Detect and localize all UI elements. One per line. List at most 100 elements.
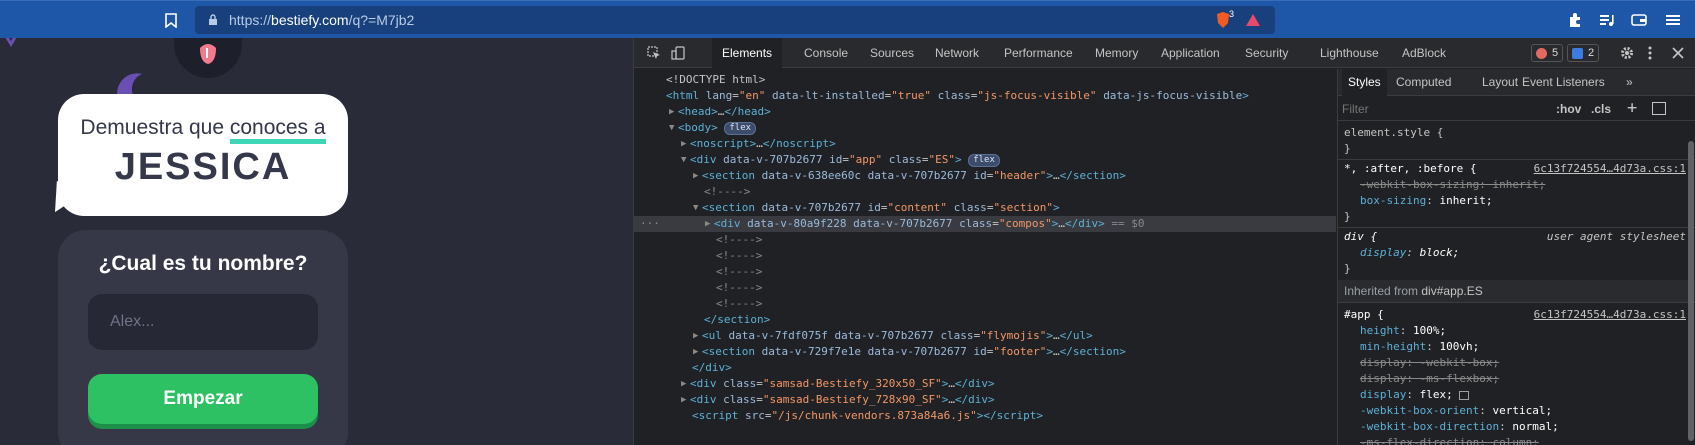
stylesheet-link[interactable]: 6c13f724554…4d73a.css:1: [1534, 161, 1686, 177]
mascot-avatar: [174, 38, 242, 78]
start-button[interactable]: Empezar: [88, 374, 318, 424]
browser-menu-icon[interactable]: [1664, 11, 1682, 29]
expand-arrow-icon[interactable]: ▶: [693, 168, 698, 184]
css-declaration[interactable]: -ms-flex-direction: column;: [1344, 435, 1539, 445]
dom-node-header[interactable]: ▶ <section data-v-638ee60c data-v-707b267…: [634, 168, 1336, 184]
styles-filter-input[interactable]: [1342, 99, 1532, 119]
media-controls-icon[interactable]: [1598, 11, 1616, 29]
lock-icon: [207, 13, 219, 27]
dom-node-samsad-320[interactable]: ▶ <div class="samsad-Bestiefy_320x50_SF">…: [634, 376, 1336, 392]
inspect-element-icon[interactable]: [646, 45, 662, 61]
tab-layout[interactable]: Layout: [1482, 69, 1518, 96]
device-toolbar-icon[interactable]: [670, 45, 686, 61]
dom-node-content[interactable]: ▼ <section data-v-707b2677 id="content" c…: [634, 200, 1336, 216]
url-text: https://bestiefy.com/q?=M7jb2: [229, 12, 415, 28]
tab-elements[interactable]: Elements: [712, 38, 783, 68]
tab-sources[interactable]: Sources: [870, 38, 914, 68]
inherited-from-header: Inherited from div#app.ES: [1338, 280, 1695, 302]
universal-rule-selector[interactable]: *, :after, :before {: [1344, 161, 1476, 177]
tab-security[interactable]: Security: [1245, 38, 1288, 68]
tab-console[interactable]: Console: [804, 38, 848, 68]
dom-node-body[interactable]: ▼ <body> flex: [634, 120, 1336, 136]
tab-performance[interactable]: Performance: [1004, 38, 1073, 68]
app-rule-selector[interactable]: #app {: [1344, 307, 1384, 323]
elements-tree: <!DOCTYPE html> <html lang="en" data-lt-…: [634, 69, 1336, 445]
tab-adblock[interactable]: AdBlock: [1402, 38, 1446, 68]
css-declaration[interactable]: display: block;: [1344, 245, 1459, 261]
dom-node-compos-selected[interactable]: ··· ▶ <div data-v-80a9f228 data-v-707b2677…: [634, 216, 1336, 232]
dom-node-comment[interactable]: <!---->: [634, 280, 1336, 296]
dom-node-samsad-728[interactable]: ▶ <div class="samsad-Bestiefy_728x90_SF">…: [634, 392, 1336, 408]
tab-styles[interactable]: Styles: [1342, 69, 1387, 96]
browser-toolbar: https://bestiefy.com/q?=M7jb2 3: [0, 0, 1695, 38]
flexbox-editor-icon[interactable]: [1459, 390, 1470, 400]
bookmark-icon[interactable]: [162, 11, 180, 29]
flex-badge[interactable]: flex: [724, 121, 757, 135]
css-declaration[interactable]: display: flex;: [1344, 387, 1470, 403]
hover-state-toggle[interactable]: :hov: [1556, 102, 1581, 116]
css-declaration[interactable]: -webkit-box-orient: vertical;: [1344, 403, 1552, 419]
dom-node-comment[interactable]: <!---->: [634, 184, 1336, 200]
expand-arrow-icon[interactable]: ▶: [693, 344, 698, 360]
tab-lighthouse[interactable]: Lighthouse: [1320, 38, 1379, 68]
dom-node-comment[interactable]: <!---->: [634, 296, 1336, 312]
brave-shields-count: 3: [1229, 9, 1235, 19]
dom-node-footer[interactable]: ▶ <section data-v-729f7e1e data-v-707b267…: [634, 344, 1336, 360]
dom-node-app[interactable]: ▼ <div data-v-707b2677 id="app" class="ES…: [634, 152, 1336, 168]
element-style-rule[interactable]: element.style {: [1344, 125, 1443, 141]
expand-arrow-icon[interactable]: ▶: [693, 328, 698, 344]
css-declaration[interactable]: -webkit-box-sizing: inherit;: [1344, 177, 1545, 193]
dom-node-doctype[interactable]: <!DOCTYPE html>: [634, 72, 1336, 88]
dom-node-comment[interactable]: <!---->: [634, 248, 1336, 264]
more-options-icon[interactable]: [1645, 45, 1655, 61]
stylesheet-link[interactable]: 6c13f724554…4d73a.css:1: [1534, 307, 1686, 323]
dom-node-head[interactable]: ▶ <head>…</head>: [634, 104, 1336, 120]
errors-badge[interactable]: 5: [1531, 44, 1564, 62]
expand-arrow-icon[interactable]: ▶: [681, 376, 686, 392]
inherited-node-link[interactable]: div#app.ES: [1421, 284, 1482, 298]
tab-network[interactable]: Network: [935, 38, 979, 68]
css-declaration[interactable]: display: -webkit-box;: [1344, 355, 1499, 371]
brave-rewards-icon[interactable]: [1243, 11, 1263, 29]
collapse-arrow-icon[interactable]: ▼: [681, 152, 686, 168]
expand-arrow-icon[interactable]: ▶: [681, 392, 686, 408]
collapse-arrow-icon[interactable]: ▼: [669, 120, 674, 136]
div-rule-selector[interactable]: div {: [1344, 229, 1377, 245]
class-toggle[interactable]: .cls: [1591, 102, 1611, 116]
css-declaration[interactable]: min-height: 100vh;: [1344, 339, 1479, 355]
tab-computed[interactable]: Computed: [1396, 69, 1451, 96]
dom-node-html[interactable]: <html lang="en" data-lt-installed="true"…: [634, 88, 1336, 104]
more-tabs-icon[interactable]: »: [1626, 69, 1633, 96]
messages-badge[interactable]: 2: [1567, 44, 1600, 62]
tab-memory[interactable]: Memory: [1095, 38, 1138, 68]
expand-arrow-icon[interactable]: ▶: [681, 136, 686, 152]
dom-node-flymojis[interactable]: ▶ <ul data-v-7fdf075f data-v-707b2677 cla…: [634, 328, 1336, 344]
expand-arrow-icon[interactable]: ▶: [669, 104, 674, 120]
dom-node-noscript[interactable]: ▶ <noscript>…</noscript>: [634, 136, 1336, 152]
dom-node-comment[interactable]: <!---->: [634, 232, 1336, 248]
dom-node-comment[interactable]: <!---->: [634, 264, 1336, 280]
settings-gear-icon[interactable]: [1619, 45, 1635, 61]
new-style-rule-icon[interactable]: +: [1627, 98, 1637, 118]
css-declaration[interactable]: box-sizing: inherit;: [1344, 193, 1492, 209]
dom-node-div-close[interactable]: </div>: [634, 360, 1336, 376]
toggle-sidebar-icon[interactable]: [1652, 102, 1666, 115]
expand-arrow-icon[interactable]: ▶: [705, 216, 710, 232]
extensions-icon[interactable]: [1566, 11, 1584, 29]
css-declaration[interactable]: height: 100%;: [1344, 323, 1446, 339]
tab-application[interactable]: Application: [1161, 38, 1220, 68]
dom-node-section-close[interactable]: </section>: [634, 312, 1336, 328]
tab-event-listeners[interactable]: Event Listeners: [1522, 69, 1605, 96]
styles-scrollbar[interactable]: [1688, 141, 1694, 441]
css-declaration[interactable]: display: -ms-flexbox;: [1344, 371, 1499, 387]
collapse-arrow-icon[interactable]: ▼: [693, 200, 698, 216]
decorative-squiggle-icon: [5, 38, 17, 47]
flex-badge[interactable]: flex: [968, 153, 1000, 167]
dom-node-script[interactable]: <script src="/js/chunk-vendors.873a84a6.…: [634, 408, 1336, 424]
css-declaration[interactable]: -webkit-box-direction: normal;: [1344, 419, 1559, 435]
wallet-icon[interactable]: [1630, 11, 1648, 29]
address-bar[interactable]: https://bestiefy.com/q?=M7jb2 3: [195, 6, 1275, 34]
close-devtools-icon[interactable]: [1670, 45, 1686, 61]
name-card-title: ¿Cual es tu nombre?: [98, 252, 308, 275]
name-input[interactable]: [88, 294, 318, 350]
